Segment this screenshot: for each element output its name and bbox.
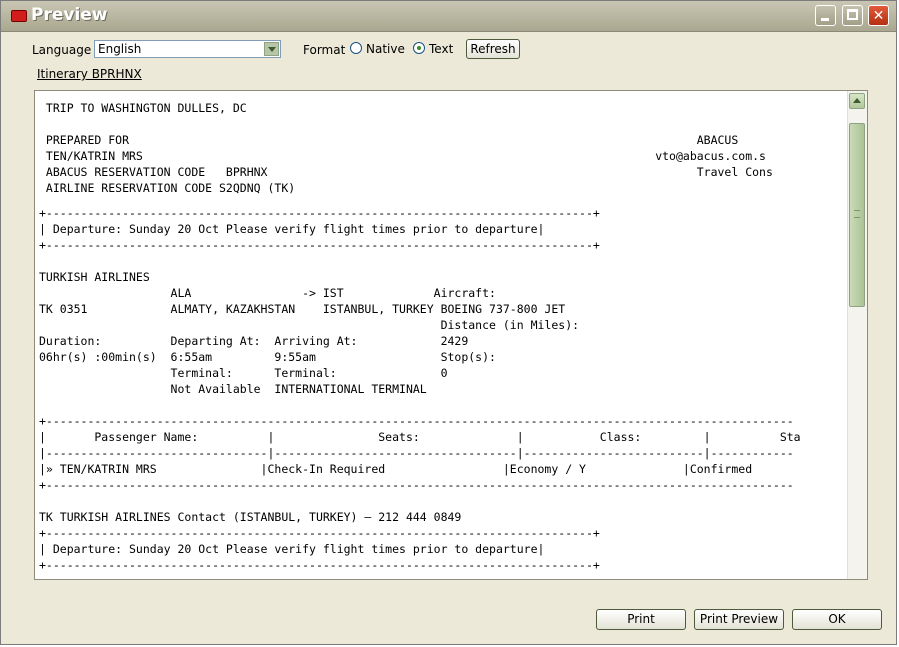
maximize-icon <box>847 9 858 20</box>
report-line: TEN/KATRIN MRS vto@abacus.com.s <box>39 149 766 163</box>
report-line: PREPARED FOR ABACUS <box>39 133 739 147</box>
report-line: |» TEN/KATRIN MRS |Check-In Required |Ec… <box>39 462 753 476</box>
report-line: | Passenger Name: | Seats: | Class: | St… <box>39 430 801 444</box>
report-line: Not Available INTERNATIONAL TERMINAL <box>39 382 427 396</box>
scroll-up-icon[interactable] <box>849 93 865 109</box>
report-line: Terminal: Terminal: 0 <box>39 366 448 380</box>
report-line: Duration: Departing At: Arriving At: 242… <box>39 334 469 348</box>
refresh-button[interactable]: Refresh <box>466 39 520 59</box>
report-line: TURKISH AIRLINES <box>39 270 150 284</box>
close-icon: ✕ <box>872 8 885 24</box>
format-text-radio[interactable] <box>413 42 425 54</box>
close-button[interactable]: ✕ <box>868 5 889 26</box>
report-line: +---------------------------------------… <box>39 206 600 220</box>
itinerary-viewer[interactable]: TRIP TO WASHINGTON DULLES, DC PREPARED F… <box>34 90 868 580</box>
report-line: AIRLINE RESERVATION CODE S2QDNQ (TK) <box>39 181 296 195</box>
report-line: | Departure: Sunday 20 Oct Please verify… <box>39 222 545 236</box>
report-line: | Departure: Sunday 20 Oct Please verify… <box>39 542 545 556</box>
report-line: TK 0351 ALMATY, KAZAKHSTAN ISTANBUL, TUR… <box>39 302 566 316</box>
report-line: +---------------------------------------… <box>39 558 600 572</box>
minimize-icon <box>821 18 829 21</box>
scroll-thumb[interactable] <box>849 123 865 307</box>
format-native-label[interactable]: Native <box>366 42 405 56</box>
report-line: TK TURKISH AIRLINES Contact (ISTANBUL, T… <box>39 510 462 524</box>
print-button[interactable]: Print <box>596 609 686 630</box>
maximize-button[interactable] <box>842 5 863 26</box>
language-value: English <box>98 42 142 56</box>
window-title: Preview <box>31 5 108 25</box>
report-line: +---------------------------------------… <box>39 526 600 540</box>
format-text-label[interactable]: Text <box>429 42 453 56</box>
ok-button[interactable]: OK <box>792 609 882 630</box>
chevron-down-icon[interactable] <box>264 42 279 56</box>
report-line: |--------------------------------|------… <box>39 446 794 460</box>
language-label: Language <box>32 43 92 57</box>
report-line: ABACUS RESERVATION CODE BPRHNX Travel Co… <box>39 165 773 179</box>
preview-window: Preview ✕ Language English Format Native… <box>0 0 897 645</box>
report-line: +---------------------------------------… <box>39 414 794 428</box>
format-label: Format <box>303 43 346 57</box>
report-line: +---------------------------------------… <box>39 238 600 252</box>
report-line: Distance (in Miles): <box>39 318 580 332</box>
report-line: ALA -> IST Aircraft: <box>39 286 496 300</box>
format-native-radio[interactable] <box>350 42 362 54</box>
toolbar: Language English Format Native Text Refr… <box>1 37 896 61</box>
report-line: +---------------------------------------… <box>39 478 794 492</box>
app-icon <box>11 10 27 22</box>
minimize-button[interactable] <box>815 5 836 26</box>
report-line: 06hr(s) :00min(s) 6:55am 9:55am Stop(s): <box>39 350 496 364</box>
vertical-scrollbar[interactable] <box>847 91 867 579</box>
itinerary-link[interactable]: Itinerary BPRHNX <box>37 67 142 81</box>
print-preview-button[interactable]: Print Preview <box>694 609 784 630</box>
report-line: TRIP TO WASHINGTON DULLES, DC <box>39 101 247 115</box>
language-select[interactable]: English <box>94 40 281 58</box>
title-bar[interactable]: Preview ✕ <box>1 1 896 32</box>
itinerary-text: TRIP TO WASHINGTON DULLES, DC PREPARED F… <box>39 100 845 579</box>
